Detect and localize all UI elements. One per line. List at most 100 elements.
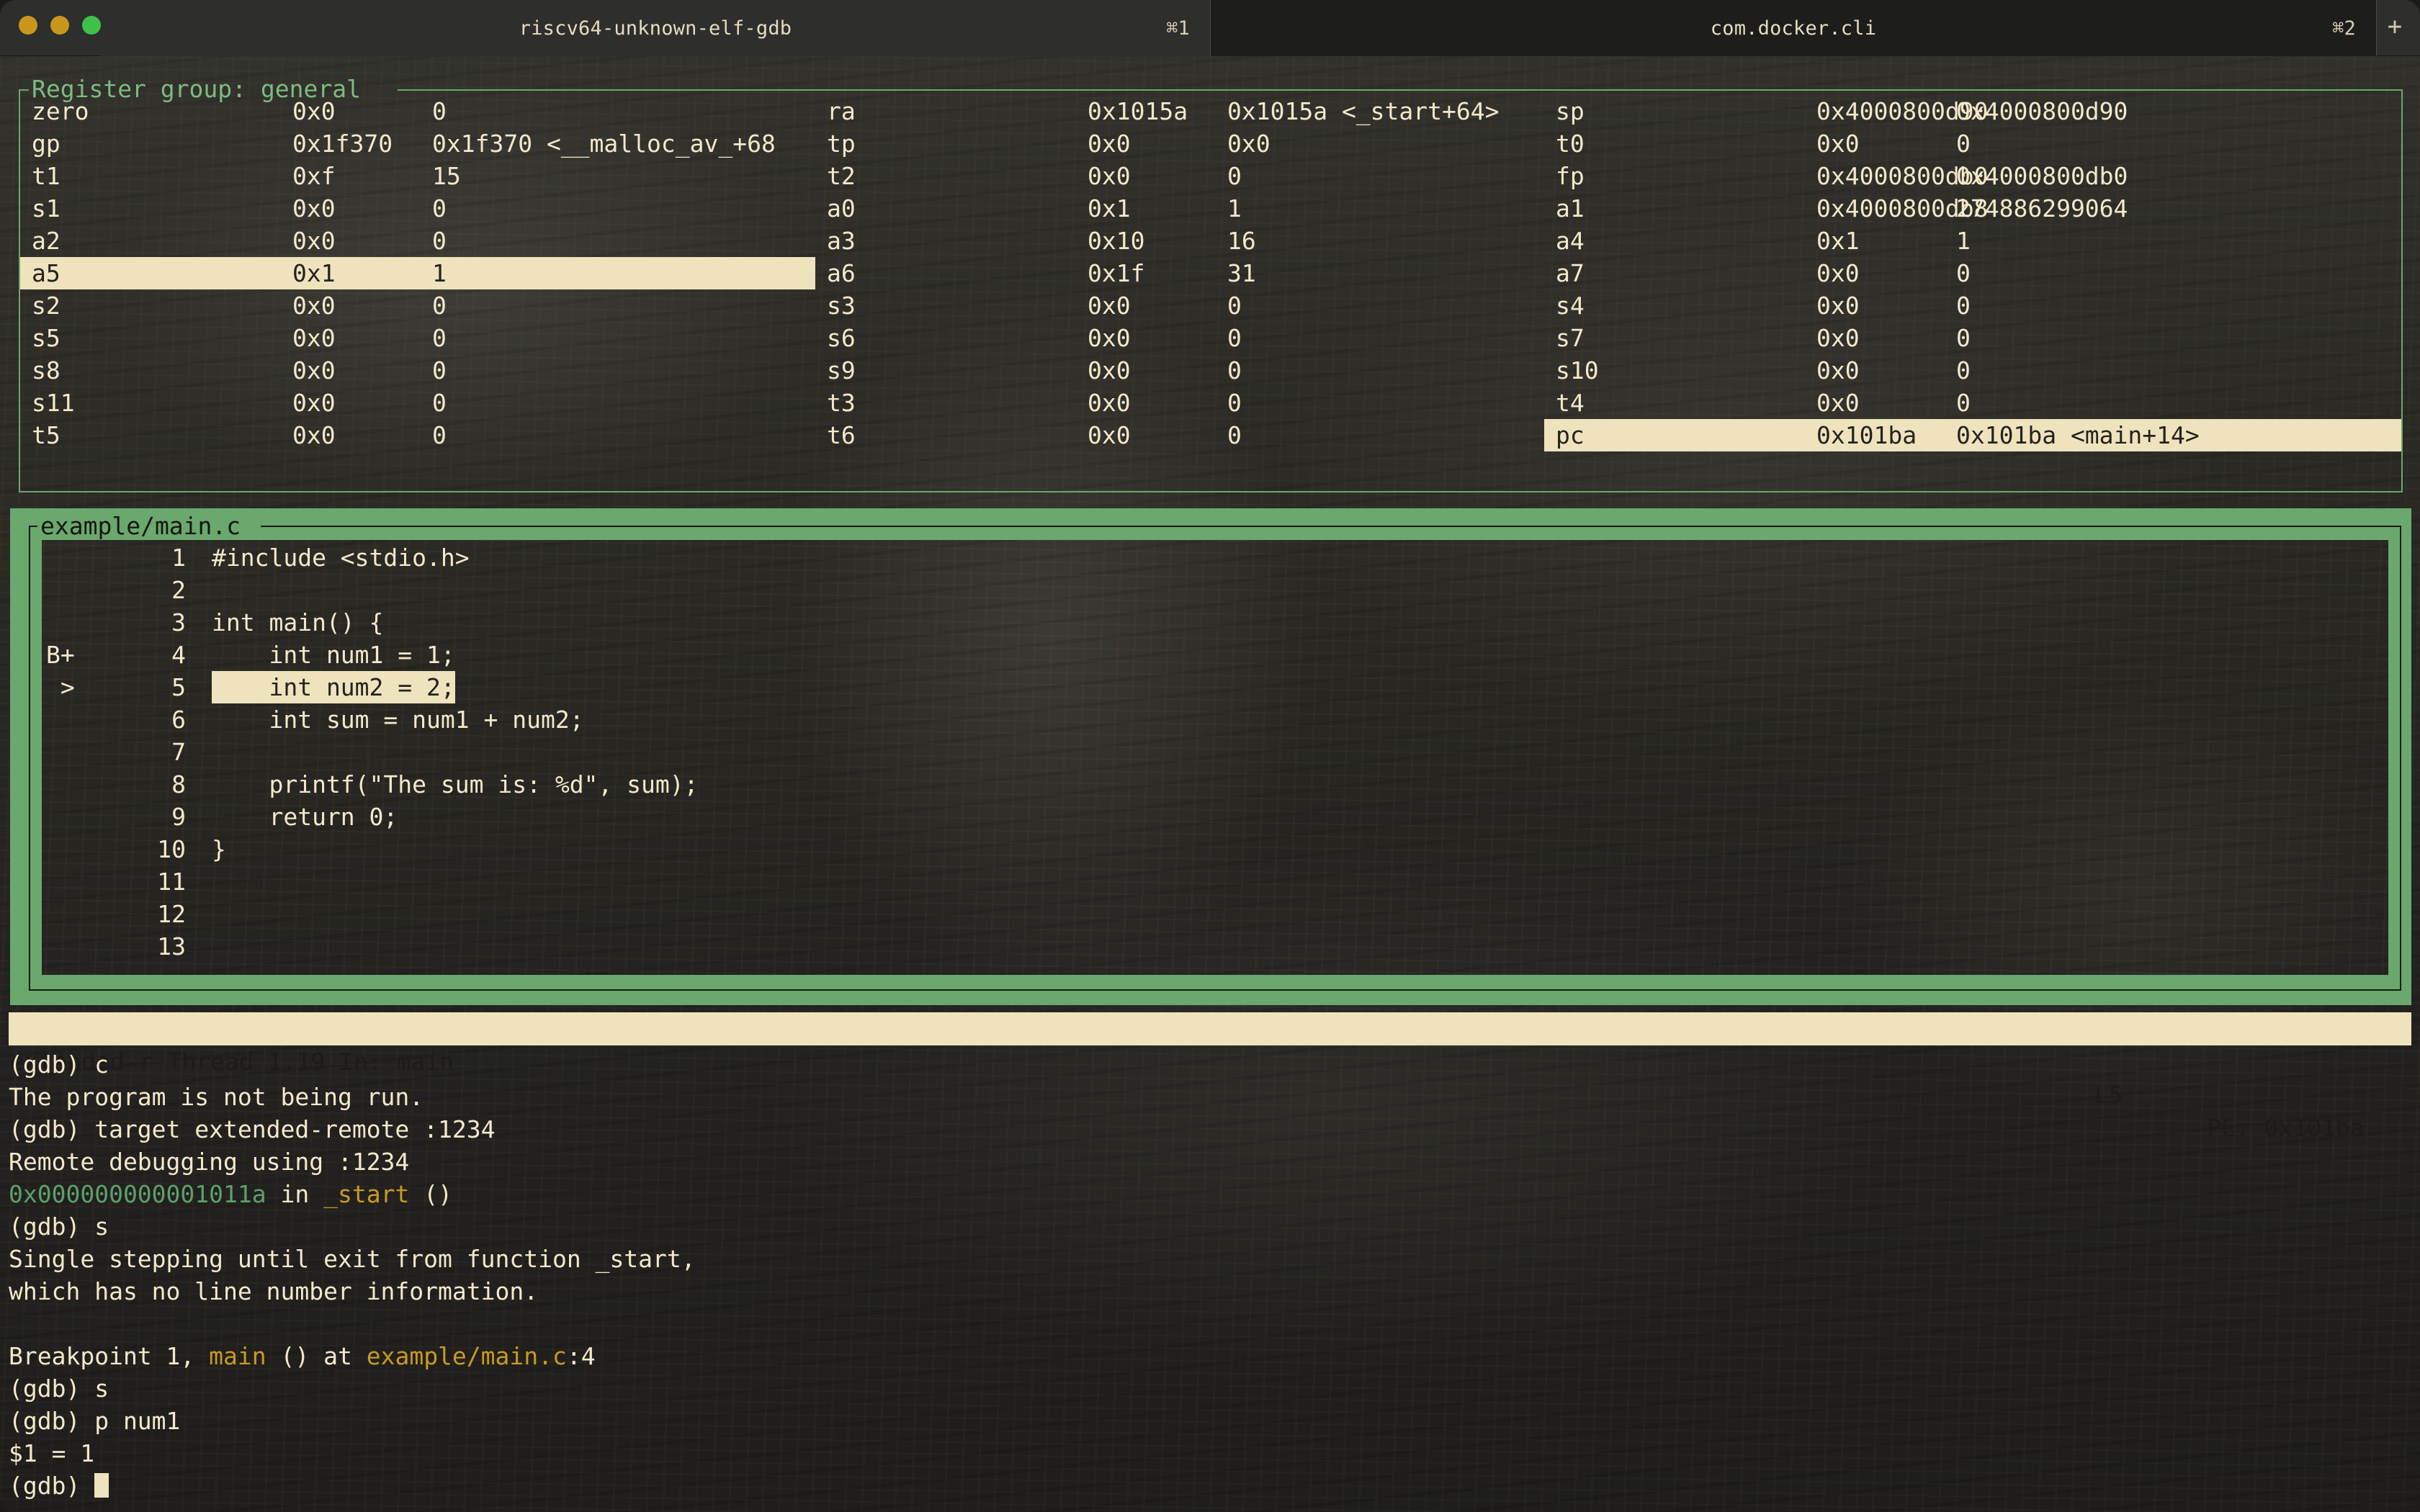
register-decimal-value: 0x1f370 <__malloc_av_+68 (432, 130, 776, 158)
source-line-4: B+ 4 int num1 = 1; (42, 639, 2388, 671)
console-text: () (409, 1180, 452, 1208)
register-hex-value: 0x1015a (1088, 97, 1188, 125)
source-line-number: 5 (171, 673, 186, 701)
register-row-t5: t5 0x0 0 (20, 419, 815, 451)
register-row-t2: t2 0x0 0 (815, 160, 1544, 192)
register-row-t3: t3 0x0 0 (815, 387, 1544, 419)
console-line: (gdb) target extended-remote :1234 (9, 1113, 2407, 1146)
console-text: (gdb) s (9, 1212, 109, 1241)
register-row-s8: s8 0x0 0 (20, 354, 815, 387)
source-line-number: 3 (171, 608, 186, 636)
tab-com-docker-cli[interactable]: com.docker.cli ⌘2 (1210, 0, 2377, 56)
register-decimal-value: 31 (1227, 259, 1256, 287)
terminal-body[interactable]: Register group: general zero 0x0 0 gp 0x1f37… (0, 56, 2420, 1512)
close-window-button[interactable] (19, 16, 37, 35)
maximize-window-button[interactable] (82, 16, 101, 35)
register-name: a7 (1556, 259, 1585, 287)
register-hex-value: 0x0 (1088, 324, 1131, 352)
register-row-s11: s11 0x0 0 (20, 387, 815, 419)
register-row-s7: s7 0x0 0 (1544, 322, 2401, 354)
source-line-text: int sum = num1 + num2; (212, 706, 584, 734)
console-line: (gdb) s (9, 1372, 2407, 1405)
minimize-window-button[interactable] (50, 16, 69, 35)
register-decimal-value: 15 (432, 162, 461, 190)
register-decimal-value: 0x0 (1227, 130, 1270, 158)
console-text: Remote debugging using :1234 (9, 1148, 410, 1176)
gdb-console-output[interactable]: (gdb) c The program is not being run. (gdb… (9, 1048, 2407, 1502)
register-name: fp (1556, 162, 1585, 190)
register-row-pc: pc 0x101ba 0x101ba <main+14> (1544, 419, 2401, 451)
register-hex-value: 0x0 (1088, 389, 1131, 417)
register-row-t4: t4 0x0 0 (1544, 387, 2401, 419)
source-line-number: 13 (157, 932, 186, 960)
source-line-text: int main() { (212, 608, 384, 636)
source-line-2: 2 (42, 574, 2388, 606)
register-row-sp: sp 0x4000800d90 0x4000800d90 (1544, 95, 2401, 127)
register-hex-value: 0x0 (1816, 324, 1860, 352)
register-decimal-value: 0x4000800d90 (1956, 97, 2128, 125)
register-row-zero: zero 0x0 0 (20, 95, 815, 127)
register-decimal-value: 0 (1956, 356, 1971, 384)
source-line-number: 2 (171, 576, 186, 604)
register-row-tp: tp 0x0 0x0 (815, 127, 1544, 160)
source-line-11: 11 (42, 865, 2388, 898)
register-hex-value: 0x1 (1088, 194, 1131, 222)
tab-riscv64-unknown-elf-gdb[interactable]: riscv64-unknown-elf-gdb ⌘1 (101, 0, 1210, 56)
register-row-a2: a2 0x0 0 (20, 225, 815, 257)
register-name: s2 (32, 292, 60, 320)
source-panel: example/main.c 1 #include <stdio.h> 2 3 int … (10, 508, 2411, 1005)
current-line-marker-icon[interactable]: > (46, 671, 75, 703)
register-row-a3: a3 0x10 16 (815, 225, 1544, 257)
new-tab-icon[interactable]: + (2383, 14, 2407, 40)
register-hex-value: 0x0 (292, 227, 336, 255)
console-text: Single stepping until exit from function… (9, 1245, 696, 1273)
register-hex-value: 0x0 (1816, 259, 1860, 287)
register-decimal-value: 0 (432, 421, 447, 449)
tab-title: com.docker.cli (1710, 17, 1877, 40)
breakpoint-marker-icon[interactable]: B+ (46, 639, 75, 671)
register-hex-value: 0x0 (292, 324, 336, 352)
tab-title: riscv64-unknown-elf-gdb (519, 17, 792, 40)
register-decimal-value: 0 (1227, 292, 1242, 320)
source-line-12: 12 (42, 898, 2388, 930)
text-cursor (94, 1473, 109, 1498)
tab-shortcut: ⌘1 (1166, 17, 1190, 40)
console-symbol: example/main.c (366, 1342, 567, 1370)
terminal-window: riscv64-unknown-elf-gdb ⌘1 com.docker.cl… (0, 0, 2420, 1512)
console-line: which has no line number information. (9, 1275, 2407, 1308)
console-line: (gdb) s (9, 1210, 2407, 1243)
source-code-view[interactable]: 1 #include <stdio.h> 2 3 int main() {B+ 4 int… (42, 540, 2388, 975)
title-bar: riscv64-unknown-elf-gdb ⌘1 com.docker.cl… (0, 0, 2420, 56)
register-hex-value: 0xf (292, 162, 336, 190)
register-name: a4 (1556, 227, 1585, 255)
register-name: t3 (827, 389, 856, 417)
register-name: ra (827, 97, 856, 125)
register-row-s9: s9 0x0 0 (815, 354, 1544, 387)
gdb-status-bar: extended-r Thread 1.19 In: main L5 PC: 0… (9, 1012, 2411, 1142)
register-row-fp: fp 0x4000800db0 0x4000800db0 (1544, 160, 2401, 192)
source-line-10: 10} (42, 833, 2388, 865)
traffic-light-controls[interactable] (19, 16, 101, 35)
source-line-6: 6 int sum = num1 + num2; (42, 703, 2388, 736)
register-hex-value: 0x101ba (1816, 421, 1917, 449)
register-row-s6: s6 0x0 0 (815, 322, 1544, 354)
register-hex-value: 0x0 (292, 421, 336, 449)
register-name: s4 (1556, 292, 1585, 320)
register-row-a5: a5 0x1 1 (20, 257, 815, 289)
console-address: 0x000000000001011a (9, 1180, 266, 1208)
gdb-prompt-input[interactable]: (gdb) (9, 1470, 2407, 1502)
console-line: (gdb) c (9, 1048, 2407, 1081)
console-line: (gdb) p num1 (9, 1405, 2407, 1437)
source-line-text: #include <stdio.h> (212, 544, 470, 572)
register-row-a6: a6 0x1f 31 (815, 257, 1544, 289)
console-text: :4 (566, 1342, 596, 1370)
console-line: 0x000000000001011a in _start () (9, 1178, 2407, 1210)
tab-shortcut: ⌘2 (2332, 17, 2356, 40)
source-line-number: 7 (171, 738, 186, 766)
console-text: (gdb) (9, 1472, 95, 1500)
register-decimal-value: 0x4000800db0 (1956, 162, 2128, 190)
register-name: a0 (827, 194, 856, 222)
register-decimal-value: 0 (1956, 130, 1971, 158)
console-symbol: _start (323, 1180, 410, 1208)
